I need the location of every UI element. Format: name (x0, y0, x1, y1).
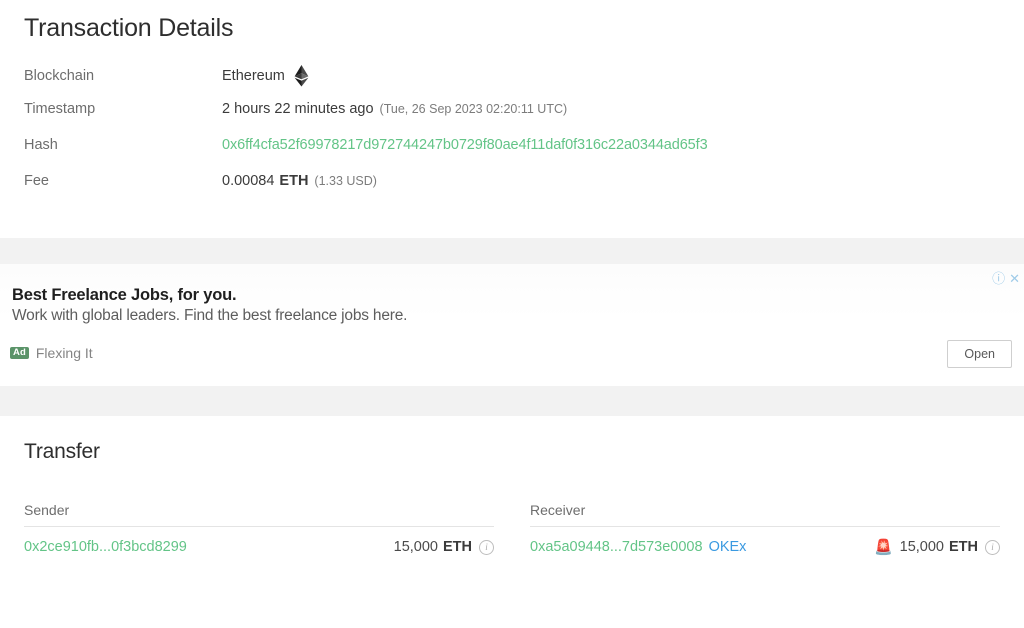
sender-address-link[interactable]: 0x2ce910fb...0f3bcd8299 (24, 539, 187, 555)
transfer-card: Transfer Sender 0x2ce910fb...0f3bcd8299 … (0, 416, 1024, 628)
detail-row-blockchain: Blockchain Ethereum (24, 65, 1000, 87)
transaction-details-page: Transaction Details Blockchain Ethereum (0, 0, 1024, 628)
ad-badge: Ad (10, 346, 29, 360)
timestamp-relative: 2 hours 22 minutes ago (222, 101, 374, 117)
ad-headline[interactable]: Best Freelance Jobs, for you. (12, 286, 1024, 305)
sender-amount: 15,000 (393, 539, 438, 555)
receiver-amount-unit: ETH (949, 539, 978, 555)
blockchain-name: Ethereum (222, 68, 285, 84)
sender-info-icon[interactable]: i (479, 539, 494, 555)
section-gap-top (0, 238, 1024, 264)
section-gap-bottom (0, 386, 1024, 416)
ad-banner[interactable]: ⓘ ✕ Best Freelance Jobs, for you. Work w… (0, 264, 1024, 386)
receiver-address-link[interactable]: 0xa5a09448...7d573e0008 (530, 539, 703, 555)
detail-value-blockchain: Ethereum (222, 65, 309, 87)
detail-value-timestamp: 2 hours 22 minutes ago (Tue, 26 Sep 2023… (222, 101, 567, 117)
detail-value-hash: 0x6ff4cfa52f69978217d972744247b0729f80ae… (222, 137, 708, 153)
transaction-hash-link[interactable]: 0x6ff4cfa52f69978217d972744247b0729f80ae… (222, 137, 708, 153)
sender-column: Sender 0x2ce910fb...0f3bcd8299 15,000 ET… (24, 502, 494, 555)
receiver-entity-link[interactable]: OKEx (709, 539, 747, 555)
detail-value-fee: 0.00084 ETH (1.33 USD) (222, 173, 377, 189)
detail-row-fee: Fee 0.00084 ETH (1.33 USD) (24, 173, 1000, 195)
timestamp-absolute: (Tue, 26 Sep 2023 02:20:11 UTC) (379, 102, 568, 116)
ad-advertiser-name[interactable]: Flexing It (36, 345, 93, 361)
receiver-column: Receiver 0xa5a09448...7d573e0008 OKEx 🚨 … (530, 502, 1000, 555)
fee-amount: 0.00084 (222, 173, 275, 189)
detail-label-fee: Fee (24, 173, 49, 189)
sender-row: 0x2ce910fb...0f3bcd8299 15,000 ETH i (24, 539, 494, 555)
detail-label-timestamp: Timestamp (24, 101, 96, 117)
transaction-details-card: Transaction Details Blockchain Ethereum (0, 0, 1024, 238)
receiver-row: 0xa5a09448...7d573e0008 OKEx 🚨 15,000 ET… (530, 539, 1000, 555)
receiver-amount: 15,000 (899, 539, 944, 555)
siren-alert-icon: 🚨 (873, 538, 893, 556)
ad-open-button[interactable]: Open (947, 340, 1012, 368)
ad-info-icon[interactable]: ⓘ (992, 272, 1005, 285)
fee-usd: (1.33 USD) (314, 174, 377, 188)
detail-label-blockchain: Blockchain (24, 68, 95, 84)
page-title: Transaction Details (24, 14, 234, 42)
sender-column-header: Sender (24, 502, 494, 527)
ad-close-icon[interactable]: ✕ (1009, 272, 1020, 285)
sender-amount-unit: ETH (443, 539, 472, 555)
ad-advertiser-row: Ad Flexing It (10, 345, 1024, 361)
receiver-column-header: Receiver (530, 502, 1000, 527)
detail-row-hash: Hash 0x6ff4cfa52f69978217d972744247b0729… (24, 137, 1000, 159)
fee-unit: ETH (279, 173, 309, 189)
ad-description: Work with global leaders. Find the best … (12, 307, 408, 324)
ethereum-logo-icon (294, 65, 309, 87)
detail-label-hash: Hash (24, 137, 58, 153)
ad-controls: ⓘ ✕ (992, 272, 1020, 285)
detail-row-timestamp: Timestamp 2 hours 22 minutes ago (Tue, 2… (24, 101, 1000, 123)
transfer-section-title: Transfer (24, 440, 100, 463)
receiver-info-icon[interactable]: i (985, 539, 1000, 555)
transfer-columns: Sender 0x2ce910fb...0f3bcd8299 15,000 ET… (24, 502, 1000, 555)
